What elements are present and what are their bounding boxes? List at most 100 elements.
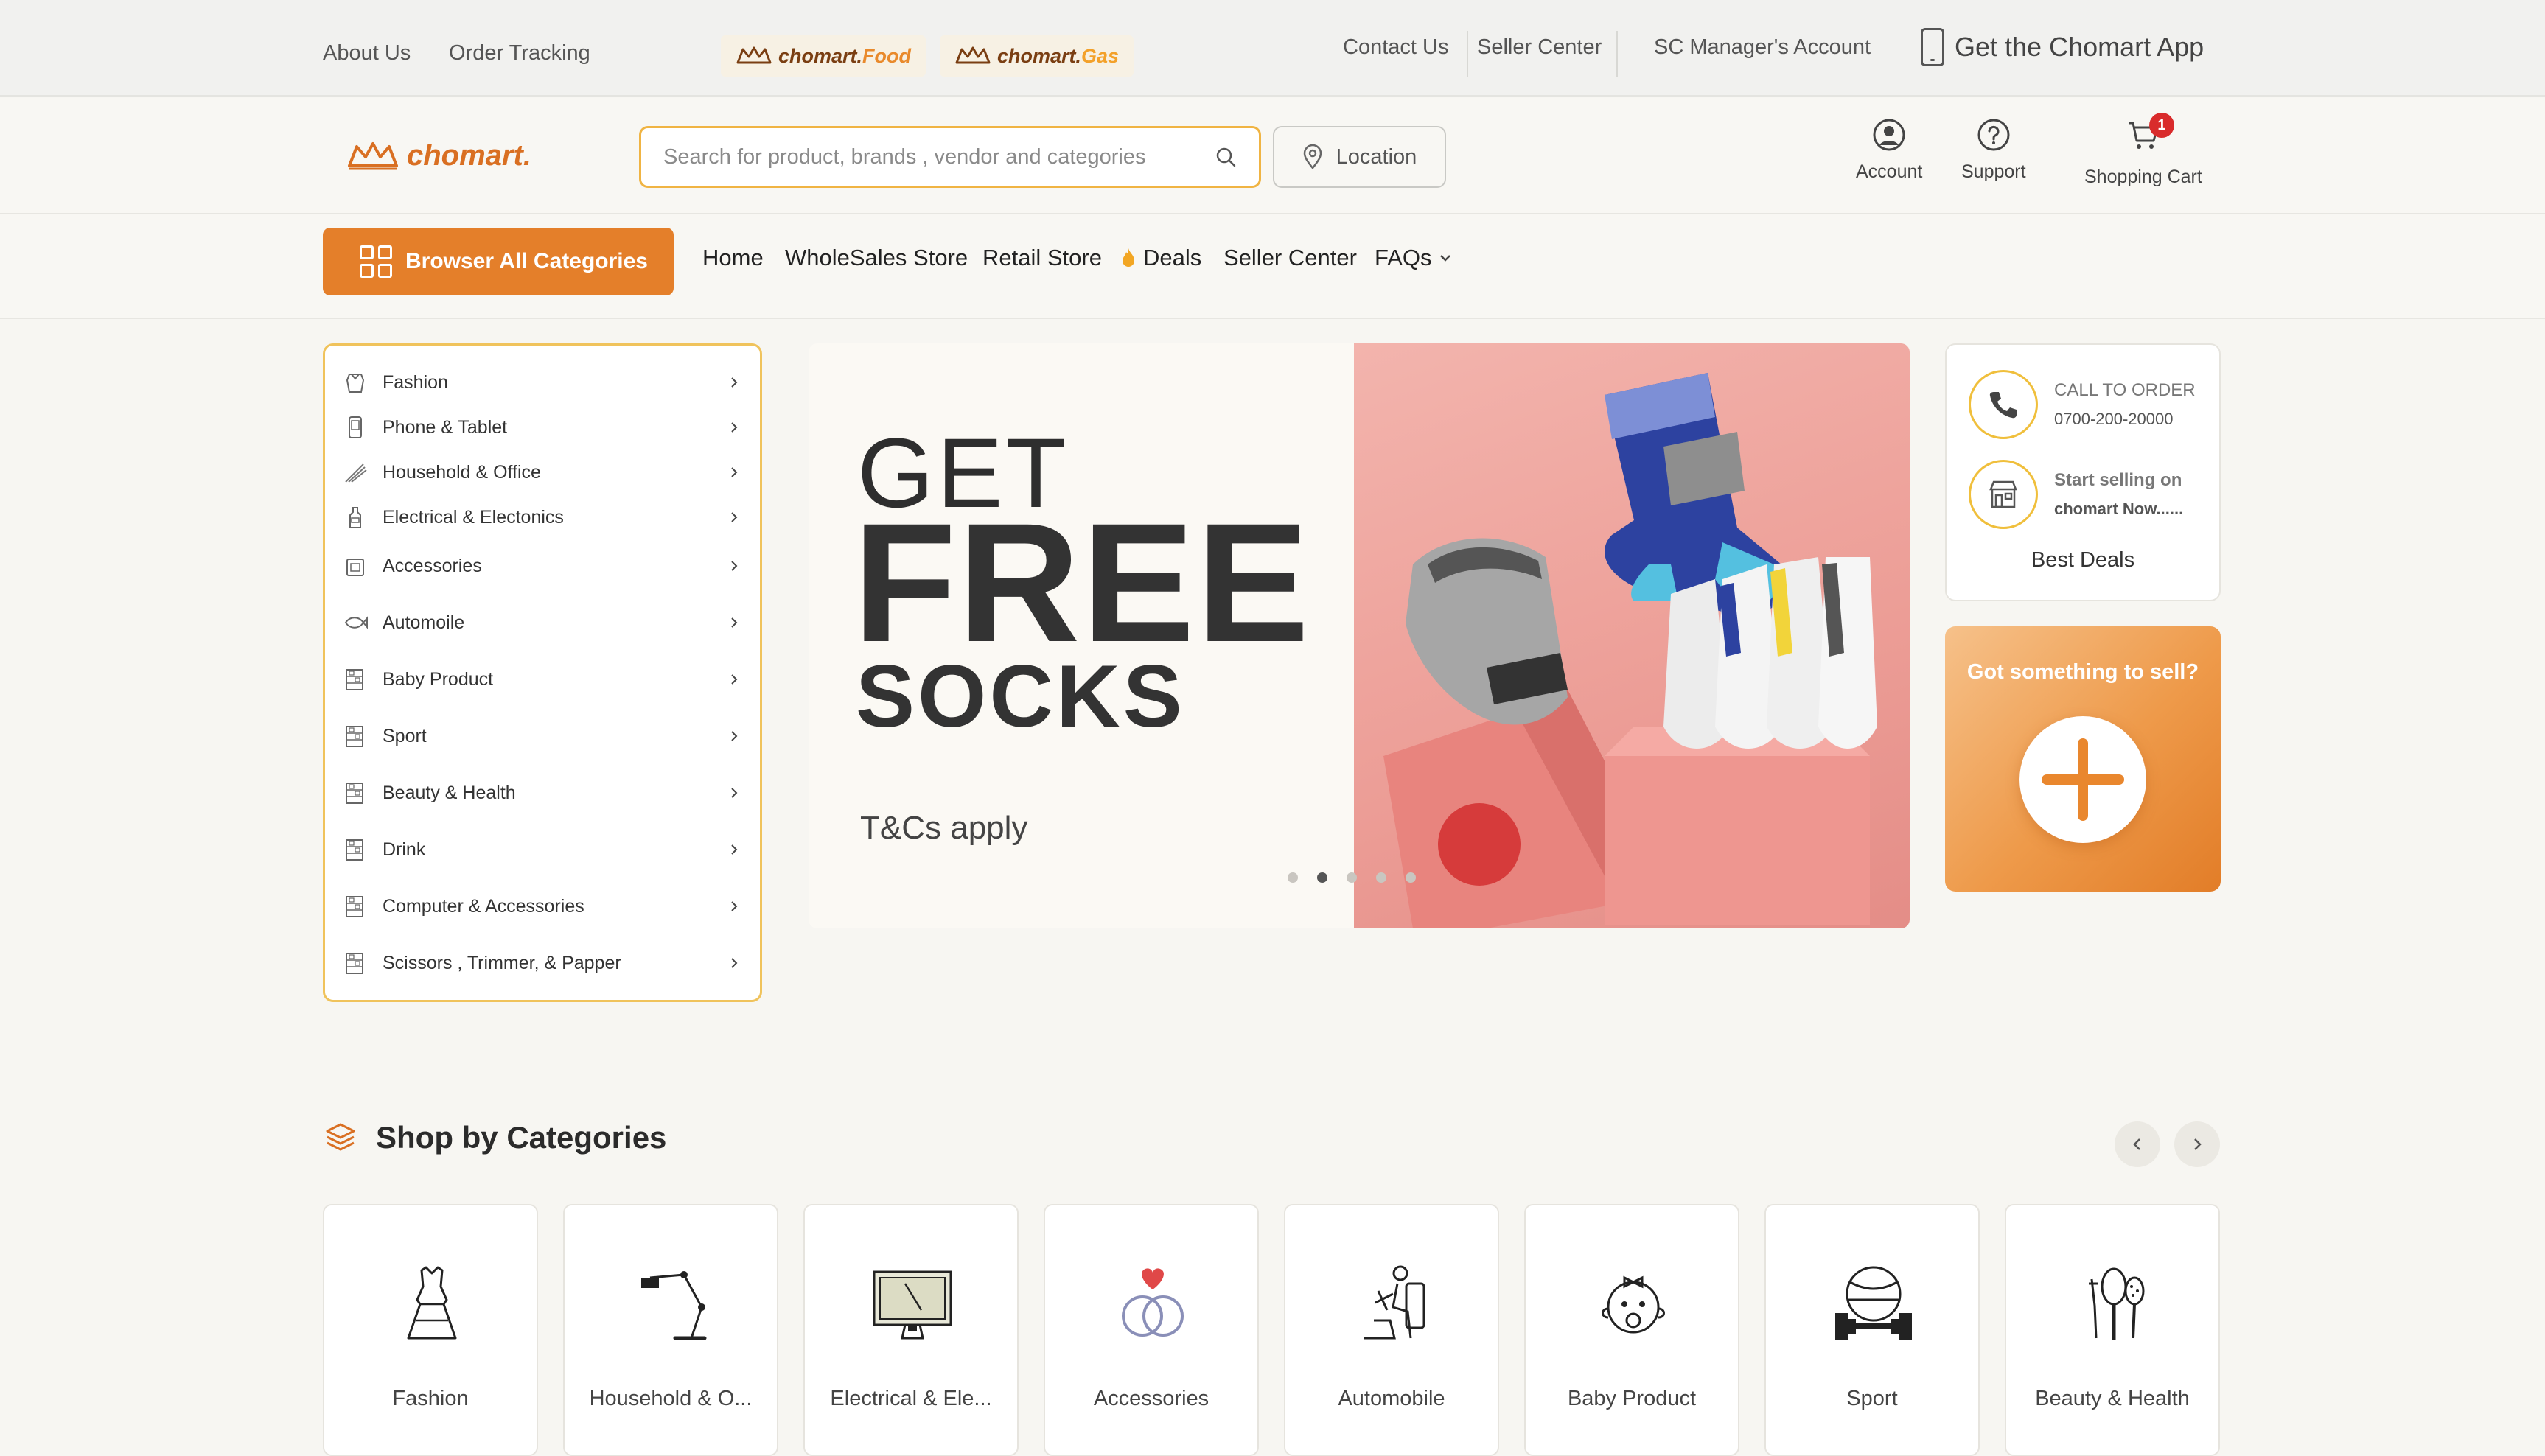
browse-all-categories-button[interactable]: Browser All Categories: [323, 228, 674, 295]
sidebar-category-label: Baby Product: [383, 668, 494, 690]
sidebar-category-item[interactable]: Automoile: [343, 602, 741, 643]
layers-icon: [326, 1123, 355, 1151]
category-card-label: Beauty & Health: [2035, 1387, 2190, 1410]
start-selling-row[interactable]: Start selling on chomart Now......: [1969, 460, 2183, 529]
sidebar-category-item[interactable]: Sport: [343, 715, 741, 757]
nav-faqs[interactable]: FAQs: [1375, 245, 1453, 271]
sidebar-category-item[interactable]: Drink: [343, 829, 741, 870]
nav-deals[interactable]: Deals: [1120, 245, 1201, 271]
contact-us-link[interactable]: Contact Us: [1343, 35, 1448, 60]
smartphone-icon: [1921, 28, 1944, 66]
categories-prev-button[interactable]: [2115, 1121, 2160, 1167]
call-to-order-row[interactable]: CALL TO ORDER 0700-200-20000: [1969, 370, 2196, 439]
nav-seller-center[interactable]: Seller Center: [1223, 245, 1357, 271]
sidebar-category-label: Fashion: [383, 371, 448, 393]
category-card[interactable]: Sport: [1764, 1204, 1980, 1456]
nav-home[interactable]: Home: [702, 245, 764, 271]
logo-text: chomart.: [407, 139, 531, 172]
carousel-dot[interactable]: [1376, 872, 1386, 883]
category-card-label: Fashion: [392, 1387, 469, 1410]
shelf-icon: [346, 896, 363, 917]
sidebar-category-item[interactable]: Fashion: [343, 362, 741, 403]
nav-retail-store[interactable]: Retail Store: [982, 245, 1102, 271]
deals-label: Deals: [1143, 245, 1202, 270]
shelf-icon: [346, 669, 363, 690]
carousel-dot[interactable]: [1406, 872, 1416, 883]
categories-next-button[interactable]: [2174, 1121, 2220, 1167]
about-us-link[interactable]: About Us: [323, 41, 411, 66]
sidebar-category-item[interactable]: Computer & Accessories: [343, 886, 741, 927]
get-app-label: Get the Chomart App: [1955, 32, 2204, 62]
category-sidebar: Fashion Phone & Tablet Household & Office E…: [323, 343, 762, 1002]
best-deals-label[interactable]: Best Deals: [1947, 548, 2219, 573]
category-card[interactable]: Accessories: [1044, 1204, 1259, 1456]
section-title-text: Shop by Categories: [376, 1120, 667, 1155]
nav-wholesale-store[interactable]: WholeSales Store: [785, 245, 968, 271]
driver-seat-icon: [1364, 1265, 1425, 1340]
top-utility-bar: About Us Order Tracking chomart.Food cho…: [0, 0, 2545, 97]
sidebar-category-item[interactable]: Electrical & Electonics: [343, 497, 741, 538]
sell-card-title: Got something to sell?: [1966, 660, 2199, 684]
seller-center-link[interactable]: Seller Center: [1477, 35, 1602, 60]
cart-icon-wrap: 1: [2126, 113, 2174, 167]
search-input[interactable]: Search for product, brands , vendor and …: [663, 145, 1215, 169]
plus-icon[interactable]: [2019, 716, 2146, 843]
sidebar-category-label: Automoile: [383, 612, 465, 633]
carousel-dot[interactable]: [1288, 872, 1298, 883]
promo-banner[interactable]: GET FREE SOCKS T&Cs apply: [809, 343, 1910, 928]
chomart-food-logo[interactable]: chomart.Food: [721, 35, 926, 77]
sidebar-category-label: Phone & Tablet: [383, 416, 508, 438]
support-button[interactable]: Support: [1961, 117, 2026, 183]
apron-icon: [346, 374, 365, 393]
category-card[interactable]: Baby Product: [1524, 1204, 1739, 1456]
sidebar-category-item[interactable]: Baby Product: [343, 659, 741, 700]
account-label: Account: [1856, 161, 1923, 182]
chomart-logo[interactable]: chomart.: [346, 139, 531, 172]
get-app-link[interactable]: Get the Chomart App: [1921, 28, 2204, 66]
sidebar-category-item[interactable]: Scissors , Trimmer, & Papper: [343, 942, 741, 984]
sell-something-card[interactable]: Got something to sell?: [1945, 626, 2221, 892]
account-button[interactable]: Account: [1856, 117, 1922, 183]
start-selling-sub: chomart Now......: [2054, 500, 2184, 518]
sidebar-category-label: Scissors , Trimmer, & Papper: [383, 952, 621, 973]
dress-icon: [407, 1266, 457, 1340]
search-bar[interactable]: Search for product, brands , vendor and …: [639, 126, 1261, 188]
phone-call-icon: [1989, 392, 2017, 419]
crown-logo-icon: [955, 46, 991, 64]
shelf-icon: [346, 953, 363, 974]
chevron-down-icon: [1439, 255, 1450, 262]
sidebar-category-item[interactable]: Phone & Tablet: [343, 407, 741, 448]
sidebar-category-item[interactable]: Accessories: [343, 545, 741, 587]
banner-free-text: FREE: [853, 488, 1311, 677]
chevron-right-icon: [731, 377, 738, 388]
category-card[interactable]: Household & O...: [563, 1204, 778, 1456]
location-button[interactable]: Location: [1273, 126, 1446, 188]
divider: [1467, 31, 1468, 77]
phone-icon: [349, 416, 362, 438]
order-tracking-link[interactable]: Order Tracking: [449, 41, 590, 66]
category-card[interactable]: Fashion: [323, 1204, 538, 1456]
category-card[interactable]: Electrical & Ele...: [803, 1204, 1019, 1456]
sidebar-category-item[interactable]: Beauty & Health: [343, 772, 741, 813]
shelf-icon: [346, 839, 363, 861]
desk-lamp-icon: [641, 1271, 707, 1340]
category-card-label: Baby Product: [1567, 1387, 1697, 1410]
chomart-gas-logo[interactable]: chomart.Gas: [940, 35, 1134, 77]
sidebar-category-label: Electrical & Electonics: [383, 506, 564, 528]
category-card[interactable]: Beauty & Health: [2005, 1204, 2220, 1456]
manager-account-link[interactable]: SC Manager's Account: [1654, 35, 1871, 60]
chevron-right-icon: [731, 731, 738, 741]
carousel-dot[interactable]: [1347, 872, 1357, 883]
chevron-right-icon: [731, 561, 738, 571]
sidebar-category-item[interactable]: Household & Office: [343, 452, 741, 493]
broom-icon: [345, 463, 367, 483]
carousel-dot[interactable]: [1317, 872, 1327, 883]
monitor-icon: [873, 1270, 952, 1340]
search-icon[interactable]: [1215, 146, 1237, 168]
category-card[interactable]: Automobile: [1284, 1204, 1499, 1456]
browse-label: Browser All Categories: [405, 249, 648, 273]
call-number: 0700-200-20000: [2054, 410, 2174, 428]
chevron-right-icon: [731, 901, 738, 911]
category-card-label: Household & O...: [589, 1387, 753, 1410]
shopping-cart-button[interactable]: 1 Shopping Cart: [2084, 113, 2202, 188]
